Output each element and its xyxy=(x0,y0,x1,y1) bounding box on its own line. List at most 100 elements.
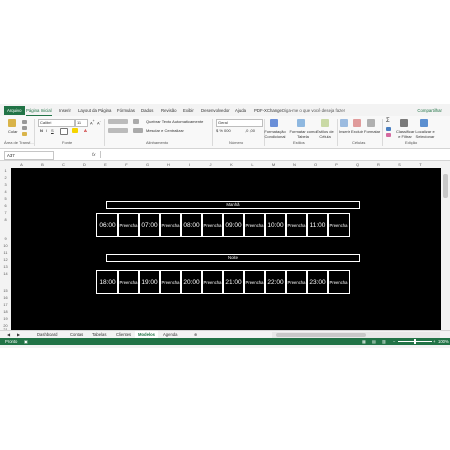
row-header[interactable]: 15 xyxy=(0,289,11,293)
row-header[interactable]: 2 xyxy=(0,176,11,180)
zoom-in-icon[interactable]: + xyxy=(433,338,435,345)
morning-slot-fill[interactable]: Preencha xyxy=(285,213,308,237)
delete-cells-icon[interactable] xyxy=(353,119,361,127)
format-table-button[interactable]: Formatar como Tabela xyxy=(289,129,317,139)
night-slot-time[interactable]: 21:00 xyxy=(222,270,245,294)
tab-review[interactable]: Revisão xyxy=(161,106,177,115)
page-layout-view-icon[interactable]: ▤ xyxy=(372,338,376,345)
row-header[interactable]: 19 xyxy=(0,317,11,321)
row-header[interactable]: 17 xyxy=(0,303,11,307)
morning-slot-fill[interactable]: Preencha xyxy=(117,213,140,237)
horizontal-align-icons[interactable] xyxy=(108,128,128,133)
copy-icon[interactable] xyxy=(22,126,27,130)
share-button[interactable]: Compartilhar xyxy=(417,106,442,115)
tab-home[interactable]: Página Inicial xyxy=(26,106,52,116)
sort-filter-icon[interactable] xyxy=(400,119,408,127)
row-header[interactable]: 18 xyxy=(0,310,11,314)
row-header[interactable]: 13 xyxy=(0,265,11,269)
row-header[interactable]: 16 xyxy=(0,296,11,300)
clear-icon[interactable] xyxy=(386,133,391,137)
autosum-icon[interactable]: Σ xyxy=(386,118,390,124)
paste-icon[interactable] xyxy=(8,119,16,127)
night-slot-time[interactable]: 19:00 xyxy=(138,270,161,294)
tab-data[interactable]: Dados xyxy=(141,106,153,115)
night-slot-fill[interactable]: Preencha xyxy=(243,270,266,294)
page-break-view-icon[interactable]: ▥ xyxy=(382,338,386,345)
format-cells-icon[interactable] xyxy=(367,119,375,127)
underline-icon[interactable]: S xyxy=(51,128,54,133)
borders-icon[interactable] xyxy=(60,128,68,135)
merge-center-button[interactable]: Mesclar e Centralizar xyxy=(146,128,184,133)
morning-slot-fill[interactable]: Preencha xyxy=(327,213,350,237)
find-select-icon[interactable] xyxy=(420,119,428,127)
normal-view-icon[interactable]: ▦ xyxy=(362,338,366,345)
night-slot-fill[interactable]: Preencha xyxy=(117,270,140,294)
grow-font-icon[interactable]: A+ xyxy=(90,119,95,125)
fill-color-icon[interactable] xyxy=(72,128,78,133)
tell-me-search[interactable]: Diga-me o que você deseja fazer xyxy=(282,106,345,115)
insert-cells-button[interactable]: Inserir xyxy=(339,129,350,134)
column-header[interactable]: J xyxy=(200,161,221,168)
zoom-level[interactable]: 100% xyxy=(438,338,449,345)
night-slot-time[interactable]: 23:00 xyxy=(306,270,329,294)
font-color-icon[interactable]: A xyxy=(84,128,87,133)
column-header[interactable]: K xyxy=(221,161,242,168)
format-painter-icon[interactable] xyxy=(22,132,27,136)
night-slot-fill[interactable]: Preencha xyxy=(201,270,224,294)
row-header[interactable]: 5 xyxy=(0,197,11,201)
morning-slot-fill[interactable]: Preencha xyxy=(243,213,266,237)
tab-help[interactable]: Ajuda xyxy=(235,106,246,115)
night-slot-time[interactable]: 22:00 xyxy=(264,270,287,294)
horizontal-scroll-thumb[interactable] xyxy=(276,333,366,337)
vertical-scroll-thumb[interactable] xyxy=(443,174,448,198)
night-band[interactable]: Noite xyxy=(106,254,360,262)
row-header[interactable]: 8 xyxy=(0,218,11,222)
number-format-select[interactable]: Geral xyxy=(216,119,263,127)
morning-slot-time[interactable]: 08:00 xyxy=(180,213,203,237)
formula-input[interactable] xyxy=(100,151,443,158)
column-header[interactable]: L xyxy=(242,161,263,168)
column-header[interactable]: E xyxy=(95,161,116,168)
row-header[interactable]: 1 xyxy=(0,169,11,173)
night-slot-time[interactable]: 20:00 xyxy=(180,270,203,294)
tab-formulas[interactable]: Fórmulas xyxy=(117,106,135,115)
orientation-icon[interactable] xyxy=(133,119,139,124)
vertical-align-icons[interactable] xyxy=(108,119,128,124)
morning-slot-time[interactable]: 10:00 xyxy=(264,213,287,237)
column-header[interactable]: B xyxy=(32,161,53,168)
morning-slot-time[interactable]: 06:00 xyxy=(96,213,119,237)
conditional-format-button[interactable]: Formatação Condicional xyxy=(262,129,288,139)
shrink-font-icon[interactable]: A- xyxy=(97,119,101,125)
insert-cells-icon[interactable] xyxy=(340,119,348,127)
row-header[interactable]: 7 xyxy=(0,211,11,215)
night-slot-time[interactable]: 18:00 xyxy=(96,270,119,294)
decimal-icons[interactable]: ,0 ,00 xyxy=(245,128,255,133)
vertical-scrollbar[interactable] xyxy=(441,168,450,330)
row-header[interactable]: 14 xyxy=(0,272,11,276)
tab-file[interactable]: Arquivo xyxy=(4,106,25,115)
fx-icon[interactable]: fx xyxy=(92,151,96,158)
sort-filter-button[interactable]: Classificar e Filtrar xyxy=(396,129,414,139)
fill-icon[interactable] xyxy=(386,127,391,131)
indent-icons[interactable] xyxy=(133,128,143,133)
column-header[interactable]: C xyxy=(53,161,74,168)
tab-insert[interactable]: Inserir xyxy=(59,106,71,115)
night-slot-fill[interactable]: Preencha xyxy=(327,270,350,294)
row-header[interactable]: 3 xyxy=(0,183,11,187)
row-header[interactable]: 10 xyxy=(0,244,11,248)
column-header[interactable]: S xyxy=(389,161,410,168)
column-header[interactable]: I xyxy=(179,161,200,168)
worksheet-grid[interactable]: Manhã 06:00 Preencha 07:00 Preencha 08:00 Pre… xyxy=(11,168,441,330)
zoom-out-icon[interactable]: − xyxy=(393,338,395,345)
column-header[interactable]: G xyxy=(137,161,158,168)
paste-label[interactable]: Colar xyxy=(8,129,18,134)
night-slot-fill[interactable]: Preencha xyxy=(285,270,308,294)
row-header[interactable]: 12 xyxy=(0,258,11,262)
format-cells-button[interactable]: Formatar xyxy=(364,129,380,134)
tab-developer[interactable]: Desenvolvedor xyxy=(201,106,230,115)
morning-slot-time[interactable]: 07:00 xyxy=(138,213,161,237)
row-header[interactable]: 11 xyxy=(0,251,11,255)
column-header[interactable]: P xyxy=(326,161,347,168)
column-header[interactable]: T xyxy=(410,161,431,168)
column-header[interactable]: M xyxy=(263,161,284,168)
